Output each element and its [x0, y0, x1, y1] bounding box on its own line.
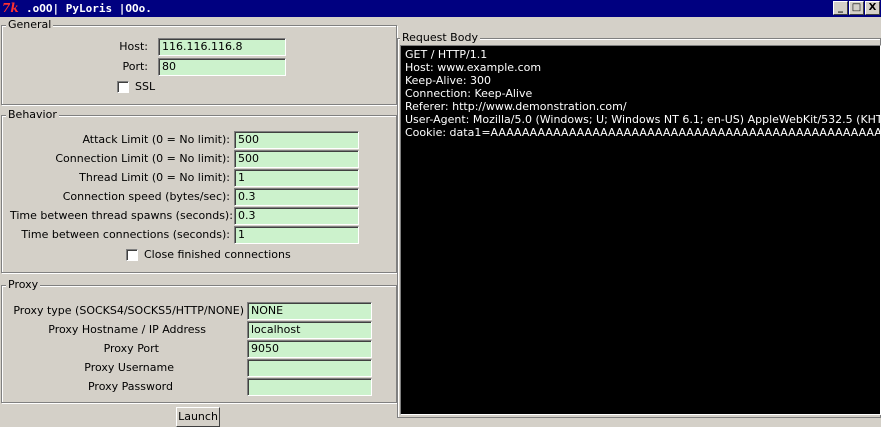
attack-limit-input[interactable]: 500: [234, 131, 359, 149]
request-line: Connection: Keep-Alive: [405, 87, 533, 100]
launch-button[interactable]: Launch: [176, 407, 220, 427]
ssl-checkbox[interactable]: [117, 81, 129, 93]
connection-limit-label: Connection Limit (0 = No limit):: [55, 152, 230, 165]
proxy-port-label: Proxy Port: [103, 342, 159, 355]
host-input[interactable]: 116.116.116.8: [158, 38, 286, 56]
proxy-group-title: Proxy: [6, 278, 41, 292]
host-label: Host:: [119, 40, 148, 53]
request-line: Host: www.example.com: [405, 61, 542, 74]
behavior-group-title: Behavior: [6, 108, 59, 122]
close-finished-label: Close finished connections: [144, 248, 291, 261]
thread-spawn-time-input[interactable]: 0.3: [234, 207, 359, 225]
proxy-port-input[interactable]: 9050: [247, 340, 372, 358]
general-group-title: General: [6, 18, 54, 32]
proxy-hostname-label: Proxy Hostname / IP Address: [48, 323, 206, 336]
close-finished-checkbox-row[interactable]: Close finished connections: [126, 247, 296, 263]
thread-spawn-time-label: Time between thread spawns (seconds):: [10, 209, 233, 222]
port-input[interactable]: 80: [158, 58, 286, 76]
minimize-button[interactable]: _: [833, 1, 848, 15]
request-body-textarea[interactable]: GET / HTTP/1.1 Host: www.example.com Kee…: [400, 45, 881, 415]
request-body-title: Request Body: [400, 31, 480, 45]
connection-speed-label: Connection speed (bytes/sec):: [62, 190, 230, 203]
close-finished-checkbox[interactable]: [126, 249, 138, 261]
connection-time-label: Time between connections (seconds):: [21, 228, 230, 241]
proxy-username-input[interactable]: [247, 359, 372, 377]
thread-limit-label: Thread Limit (0 = No limit):: [79, 171, 230, 184]
port-label: Port:: [122, 60, 148, 73]
proxy-type-input[interactable]: NONE: [247, 302, 372, 320]
request-line: Referer: http://www.demonstration.com/: [405, 100, 627, 113]
proxy-password-input[interactable]: [247, 378, 372, 396]
proxy-type-label: Proxy type (SOCKS4/SOCKS5/HTTP/NONE): [13, 304, 244, 317]
connection-time-input[interactable]: 1: [234, 226, 359, 244]
connection-limit-input[interactable]: 500: [234, 150, 359, 168]
ssl-checkbox-row[interactable]: SSL: [117, 79, 177, 95]
request-line: Cookie: data1=AAAAAAAAAAAAAAAAAAAAAAAAAA…: [405, 126, 881, 139]
thread-limit-input[interactable]: 1: [234, 169, 359, 187]
request-line: GET / HTTP/1.1: [405, 48, 488, 61]
request-line: User-Agent: Mozilla/5.0 (Windows; U; Win…: [405, 113, 880, 126]
title-bar: 7k .oOO| PyLoris |OOo. _ □ X: [0, 0, 881, 17]
ssl-label: SSL: [135, 80, 156, 93]
maximize-button[interactable]: □: [849, 1, 864, 15]
attack-limit-label: Attack Limit (0 = No limit):: [82, 133, 230, 146]
proxy-hostname-input[interactable]: localhost: [247, 321, 372, 339]
app-icon: 7k: [2, 1, 19, 15]
close-button[interactable]: X: [865, 1, 880, 15]
proxy-password-label: Proxy Password: [87, 380, 173, 393]
request-line: Keep-Alive: 300: [405, 74, 492, 87]
connection-speed-input[interactable]: 0.3: [234, 188, 359, 206]
proxy-username-label: Proxy Username: [84, 361, 174, 374]
window-title: .oOO| PyLoris |OOo.: [26, 2, 152, 15]
